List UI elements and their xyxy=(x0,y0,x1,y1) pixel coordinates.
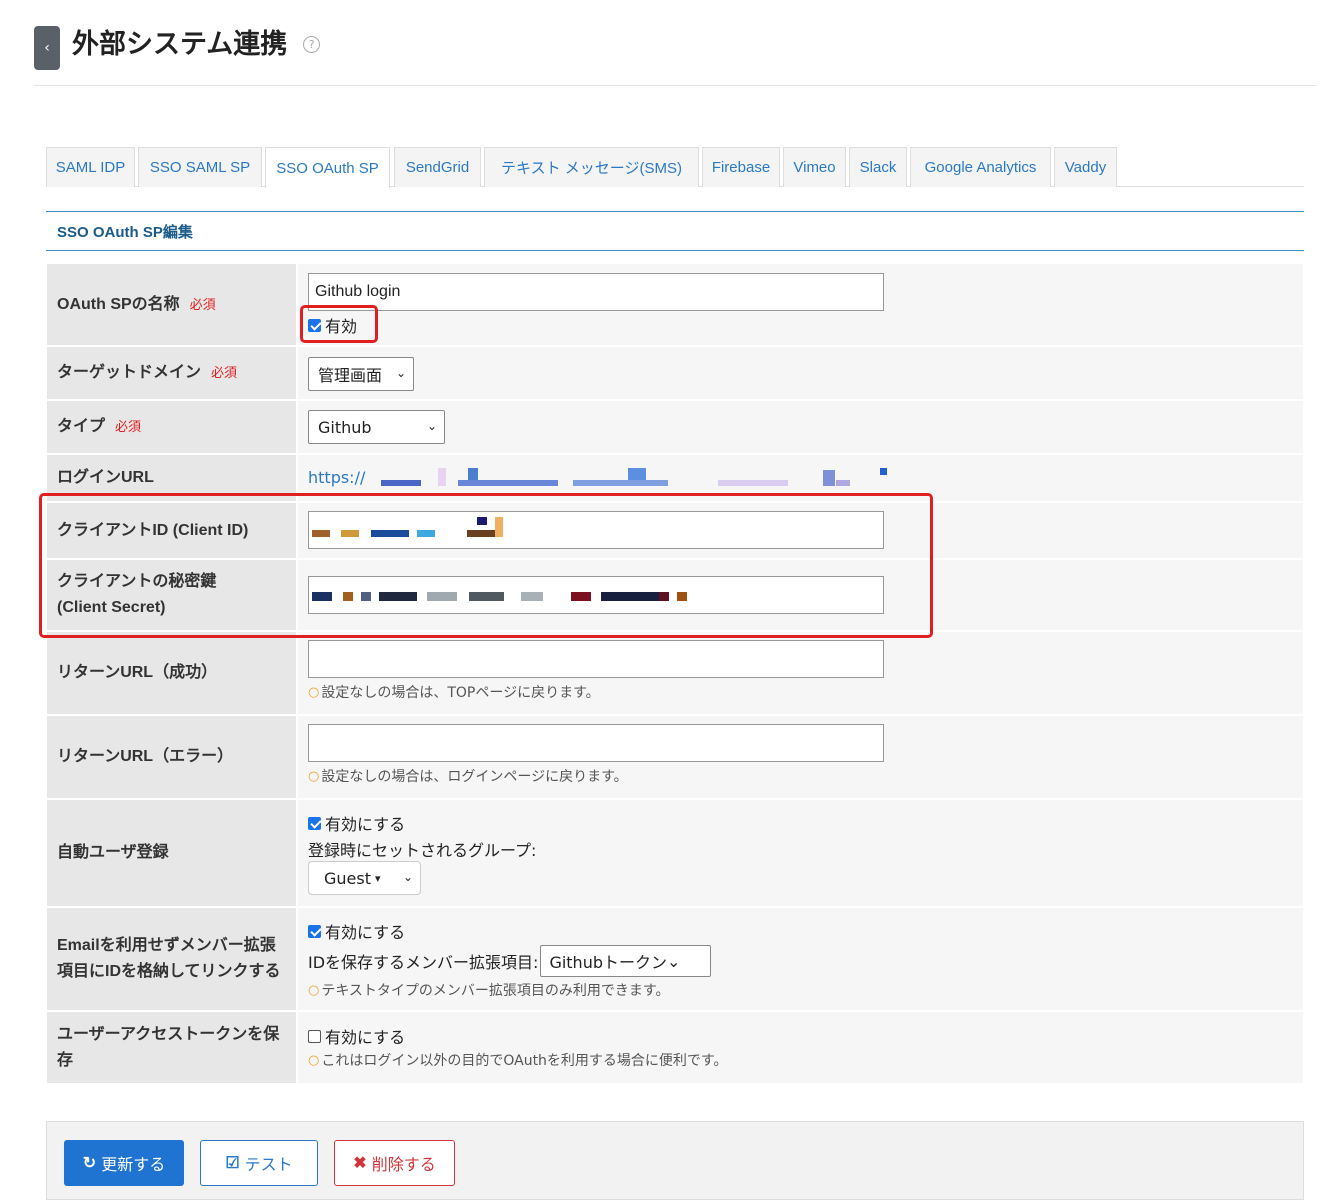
type-label: タイプ 必須 xyxy=(47,401,296,453)
form-row-return-error: リターンURL（エラー） ○ 設定なしの場合は、ログインページに戻ります。 xyxy=(47,716,1303,798)
required-badge: 必須 xyxy=(211,365,238,380)
return-success-label: リターンURL（成功） xyxy=(47,632,296,714)
page-title: 外部システム連携 xyxy=(72,28,288,60)
target-domain-label: ターゲットドメイン 必須 xyxy=(47,347,296,399)
tab-google-analytics[interactable]: Google Analytics xyxy=(910,147,1051,187)
page-header: ‹ 外部システム連携 ? xyxy=(34,12,321,70)
test-button[interactable]: ☑ テスト xyxy=(200,1140,318,1186)
check-square-icon: ☑ xyxy=(225,1155,240,1172)
form-row-email-link: Emailを利用せずメンバー拡張項目にIDを格納してリンクする 有効にする ID… xyxy=(47,908,1303,1010)
return-error-hint: ○ 設定なしの場合は、ログインページに戻ります。 xyxy=(308,768,628,786)
lightbulb-icon: ○ xyxy=(308,982,320,998)
close-icon: ✖ xyxy=(353,1155,367,1172)
type-select[interactable]: Github ⌄ xyxy=(308,410,445,444)
tab-sms[interactable]: テキスト メッセージ(SMS) xyxy=(484,147,699,187)
group-label: 登録時にセットされるグループ: xyxy=(308,841,537,860)
tab-firebase[interactable]: Firebase xyxy=(702,147,780,187)
refresh-icon: ↻ xyxy=(82,1155,97,1172)
chevron-down-icon: ⌄ xyxy=(395,366,406,380)
required-badge: 必須 xyxy=(115,419,142,434)
auto-register-label: 自動ユーザ登録 xyxy=(47,800,296,906)
form-row-type: タイプ 必須 Github ⌄ xyxy=(47,401,1303,453)
header-divider xyxy=(34,85,1316,86)
extension-field-line: IDを保存するメンバー拡張項目: Githubトークン ⌄ xyxy=(308,945,712,977)
email-link-hint: ○ テキストタイプのメンバー拡張項目のみ利用できます。 xyxy=(308,982,670,1000)
action-bar: ↻ 更新する ☑ テスト ✖ 削除する xyxy=(46,1121,1304,1200)
tab-slack[interactable]: Slack xyxy=(849,147,907,187)
sp-name-input[interactable]: Github login xyxy=(308,273,884,311)
form-row-name: OAuth SPの名称 必須 Github login 有効 xyxy=(47,264,1303,345)
tab-saml-idp[interactable]: SAML IDP xyxy=(46,147,135,187)
tab-sendgrid[interactable]: SendGrid xyxy=(394,147,481,187)
chevron-left-icon: ‹ xyxy=(44,40,50,56)
highlight-client-credentials xyxy=(39,493,933,638)
chevron-down-icon: ⌄ xyxy=(426,419,437,433)
save-token-checkbox-line[interactable]: 有効にする xyxy=(308,1024,405,1048)
save-token-hint: ○ これはログイン以外の目的でOAuthを利用する場合に便利です。 xyxy=(308,1052,728,1070)
form-row-auto-register: 自動ユーザ登録 有効にする 登録時にセットされるグループ: Guest ▾ ⌄ xyxy=(47,800,1303,906)
help-icon[interactable]: ? xyxy=(303,35,321,53)
chevron-down-icon: ⌄ xyxy=(402,870,413,884)
email-link-checkbox-line[interactable]: 有効にする xyxy=(308,919,405,943)
tab-sso-oauth-sp[interactable]: SSO OAuth SP xyxy=(265,147,390,188)
lightbulb-icon: ○ xyxy=(308,1052,320,1068)
save-token-label: ユーザーアクセストークンを保存 xyxy=(47,1012,296,1083)
group-dropdown[interactable]: Guest ▾ ⌄ xyxy=(308,861,421,895)
login-url-link[interactable]: https:// xyxy=(308,468,365,487)
form-row-target-domain: ターゲットドメイン 必須 管理画面 ⌄ xyxy=(47,347,1303,399)
required-badge: 必須 xyxy=(189,296,216,312)
extension-field-select[interactable]: Githubトークン ⌄ xyxy=(540,945,712,977)
delete-button[interactable]: ✖ 削除する xyxy=(334,1140,455,1186)
name-label: OAuth SPの名称 必須 xyxy=(47,264,296,345)
return-success-hint: ○ 設定なしの場合は、TOPページに戻ります。 xyxy=(308,684,600,702)
auto-register-checkbox-line[interactable]: 有効にする xyxy=(308,811,405,835)
chevron-down-icon: ⌄ xyxy=(667,951,681,971)
return-success-input[interactable] xyxy=(308,640,884,678)
highlight-enabled xyxy=(300,305,378,343)
tab-vaddy[interactable]: Vaddy xyxy=(1054,147,1117,187)
section-title: SSO OAuth SP編集 xyxy=(46,211,1304,251)
tab-sso-saml-sp[interactable]: SSO SAML SP xyxy=(138,147,262,187)
form-row-save-token: ユーザーアクセストークンを保存 有効にする ○ これはログイン以外の目的でOAu… xyxy=(47,1012,1303,1083)
lightbulb-icon: ○ xyxy=(308,684,320,700)
return-error-label: リターンURL（エラー） xyxy=(47,716,296,798)
lightbulb-icon: ○ xyxy=(308,768,320,784)
auto-register-checkbox[interactable] xyxy=(308,816,321,830)
email-link-label: Emailを利用せずメンバー拡張項目にIDを格納してリンクする xyxy=(47,908,296,1010)
tab-vimeo[interactable]: Vimeo xyxy=(783,147,846,187)
back-button[interactable]: ‹ xyxy=(34,26,60,70)
caret-down-icon: ▾ xyxy=(375,871,381,885)
save-token-checkbox[interactable] xyxy=(308,1029,321,1043)
email-link-checkbox[interactable] xyxy=(308,924,321,938)
target-domain-select[interactable]: 管理画面 ⌄ xyxy=(308,357,414,391)
return-error-input[interactable] xyxy=(308,724,884,762)
form-row-return-success: リターンURL（成功） ○ 設定なしの場合は、TOPページに戻ります。 xyxy=(47,632,1303,714)
update-button[interactable]: ↻ 更新する xyxy=(64,1140,184,1186)
tab-bar: SAML IDP SSO SAML SP SSO OAuth SP SendGr… xyxy=(46,147,1304,188)
